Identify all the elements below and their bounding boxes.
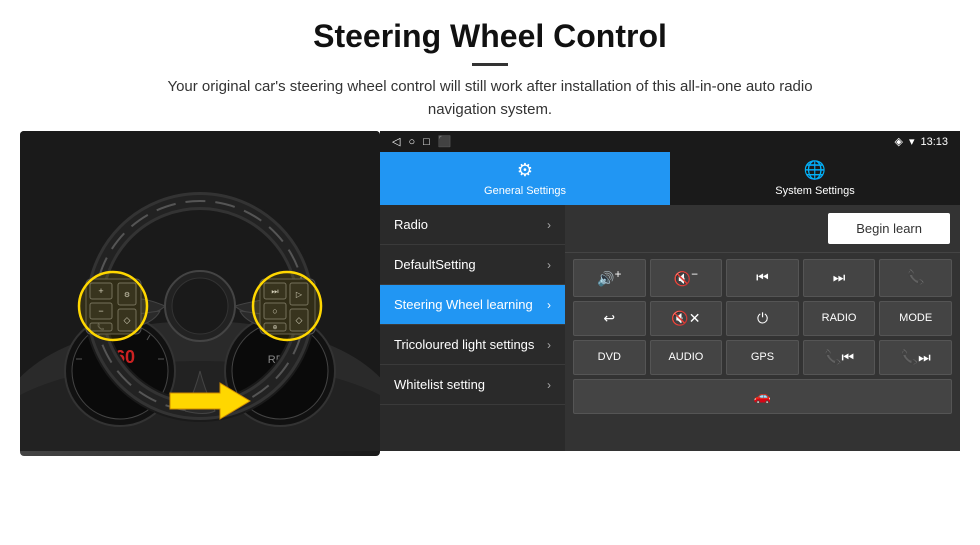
controls-row-4: 🚗 bbox=[573, 379, 952, 414]
hu-screen: ◁ ○ □ ⬛ ◈ ▾ 13:13 ⚙ General Settings 🌐 S… bbox=[380, 131, 960, 451]
vol-up-button[interactable]: 🔊+ bbox=[573, 259, 646, 297]
call-button[interactable]: 📞 bbox=[879, 259, 952, 297]
menu-steering-label: Steering Wheel learning bbox=[394, 297, 533, 312]
radio-button[interactable]: RADIO bbox=[803, 301, 876, 336]
system-globe-icon: 🌐 bbox=[804, 160, 826, 181]
steering-wheel-svg: 160 km/h RPM ×1000 bbox=[20, 131, 380, 451]
wifi-icon: ▾ bbox=[909, 135, 915, 148]
controls-row-1: 🔊+ 🔇− ⏮ ⏭ 📞 bbox=[573, 259, 952, 297]
nav-icons: ◁ ○ □ ⬛ bbox=[392, 135, 451, 148]
chevron-right-icon: › bbox=[547, 218, 551, 232]
tab-bar: ⚙ General Settings 🌐 System Settings bbox=[380, 152, 960, 205]
back-icon[interactable]: ◁ bbox=[392, 135, 400, 148]
status-icons: ◈ ▾ 13:13 bbox=[894, 135, 948, 148]
tel-next-button[interactable]: 📞⏭ bbox=[879, 340, 952, 375]
tel-prev-button[interactable]: 📞⏮ bbox=[803, 340, 876, 375]
controls-row-3: DVD AUDIO GPS 📞⏮ 📞⏭ bbox=[573, 340, 952, 375]
tab-system-label: System Settings bbox=[775, 185, 854, 197]
status-bar: ◁ ○ □ ⬛ ◈ ▾ 13:13 bbox=[380, 131, 960, 152]
hang-up-button[interactable]: ↩ bbox=[573, 301, 646, 336]
menu-default-label: DefaultSetting bbox=[394, 257, 476, 272]
chevron-right-icon: › bbox=[547, 258, 551, 272]
dvd-button[interactable]: DVD bbox=[573, 340, 646, 375]
menu-item-steering[interactable]: Steering Wheel learning › bbox=[380, 285, 565, 325]
menu-tricolour-label: Tricoloured light settings bbox=[394, 337, 534, 352]
page-header: Steering Wheel Control Your original car… bbox=[0, 0, 980, 131]
audio-button[interactable]: AUDIO bbox=[650, 340, 723, 375]
title-divider bbox=[472, 63, 508, 66]
prev-track-button[interactable]: ⏮ bbox=[726, 259, 799, 297]
settings-panel: Radio › DefaultSetting › Steering Wheel … bbox=[380, 205, 960, 451]
page-title: Steering Wheel Control bbox=[20, 18, 960, 55]
main-content: 160 km/h RPM ×1000 bbox=[0, 131, 980, 466]
right-content: Begin learn 🔊+ 🔇− ⏮ ⏭ 📞 ↩ 🔇✕ bbox=[565, 205, 960, 451]
tab-system[interactable]: 🌐 System Settings bbox=[670, 152, 960, 205]
settings-gear-icon: ⚙ bbox=[517, 160, 533, 181]
controls-grid: 🔊+ 🔇− ⏮ ⏭ 📞 ↩ 🔇✕ ⏻ RADIO MODE bbox=[565, 253, 960, 420]
power-button[interactable]: ⏻ bbox=[726, 301, 799, 336]
tab-general-label: General Settings bbox=[484, 185, 566, 197]
cast-icon[interactable]: ⬛ bbox=[438, 135, 452, 148]
menu-item-tricolour[interactable]: Tricoloured light settings › bbox=[380, 325, 565, 365]
page-description: Your original car's steering wheel contr… bbox=[150, 76, 830, 121]
extra-button[interactable]: 🚗 bbox=[573, 379, 952, 414]
next-track-button[interactable]: ⏭ bbox=[803, 259, 876, 297]
left-menu: Radio › DefaultSetting › Steering Wheel … bbox=[380, 205, 565, 451]
menu-radio-label: Radio bbox=[394, 217, 428, 232]
chevron-right-icon: › bbox=[547, 298, 551, 312]
controls-row-2: ↩ 🔇✕ ⏻ RADIO MODE bbox=[573, 301, 952, 336]
steering-wheel-image: 160 km/h RPM ×1000 bbox=[20, 131, 380, 456]
menu-item-whitelist[interactable]: Whitelist setting › bbox=[380, 365, 565, 405]
mute-button[interactable]: 🔇✕ bbox=[650, 301, 723, 336]
mode-button[interactable]: MODE bbox=[879, 301, 952, 336]
menu-item-default[interactable]: DefaultSetting › bbox=[380, 245, 565, 285]
recents-icon[interactable]: □ bbox=[423, 136, 430, 148]
home-icon[interactable]: ○ bbox=[408, 136, 415, 148]
location-icon: ◈ bbox=[894, 135, 902, 148]
menu-whitelist-label: Whitelist setting bbox=[394, 377, 485, 392]
chevron-right-icon: › bbox=[547, 378, 551, 392]
clock: 13:13 bbox=[920, 136, 948, 148]
gps-button[interactable]: GPS bbox=[726, 340, 799, 375]
chevron-right-icon: › bbox=[547, 338, 551, 352]
tab-general[interactable]: ⚙ General Settings bbox=[380, 152, 670, 205]
vol-down-button[interactable]: 🔇− bbox=[650, 259, 723, 297]
begin-learn-button[interactable]: Begin learn bbox=[828, 213, 950, 244]
begin-learn-row: Begin learn bbox=[565, 205, 960, 253]
menu-item-radio[interactable]: Radio › bbox=[380, 205, 565, 245]
